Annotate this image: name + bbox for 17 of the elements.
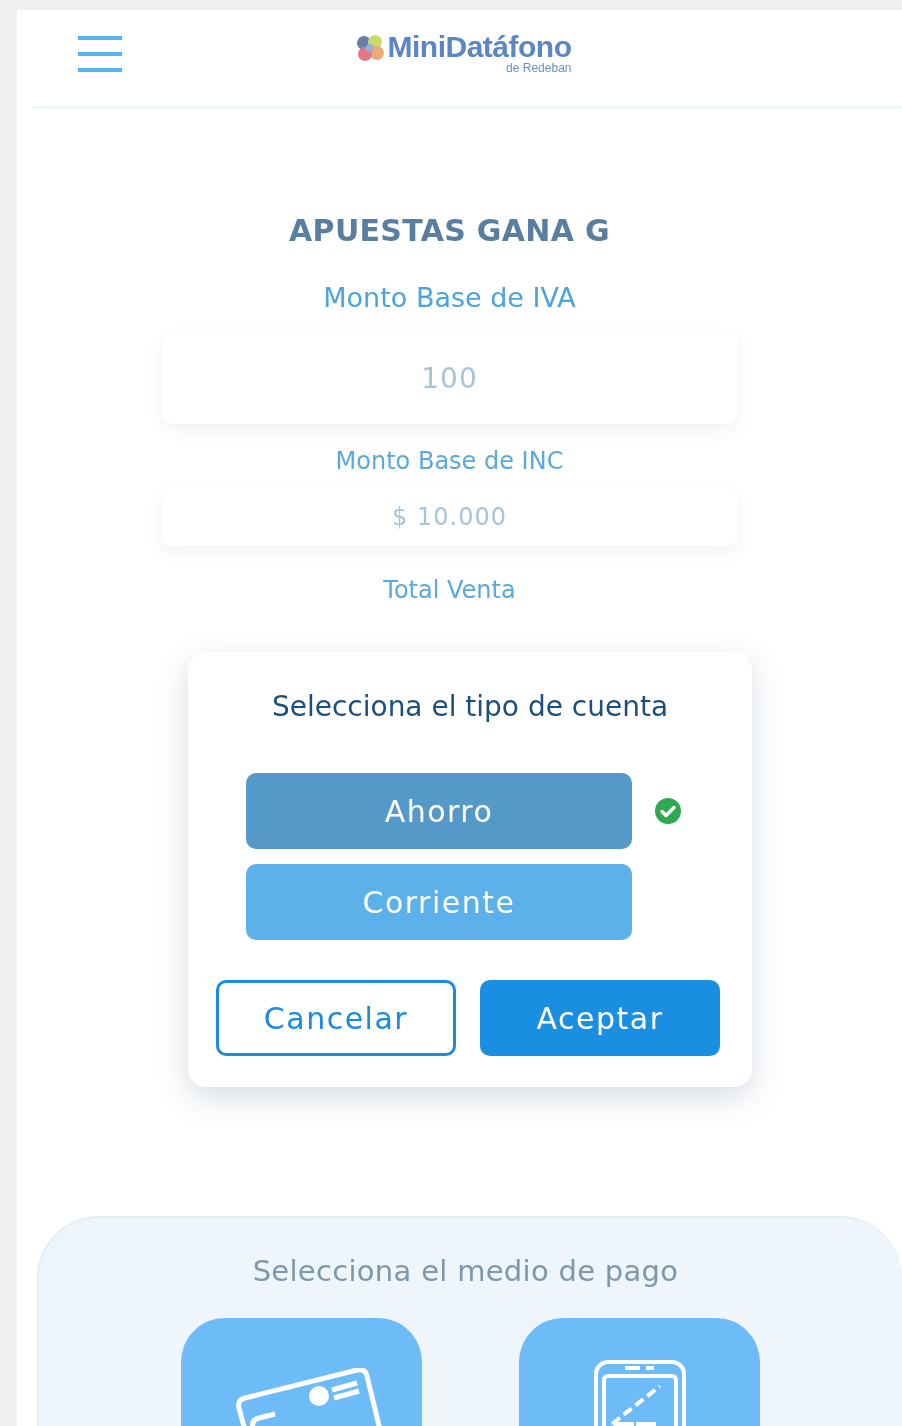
account-option-button[interactable]: Ahorro [246, 773, 632, 849]
field-label: Total Venta [382, 576, 517, 604]
menu-button[interactable] [78, 34, 122, 74]
panel-title: Selecciona el medio de pago [251, 1254, 680, 1288]
payment-method-button[interactable] [519, 1318, 760, 1426]
logo-subtext: de Redeban [506, 62, 572, 74]
merchant-name: APUESTAS GANA G [288, 213, 611, 248]
field-label: Monto Base de INC [335, 446, 564, 477]
accept-button[interactable]: Aceptar [480, 980, 720, 1056]
payment-method-button[interactable] [181, 1318, 422, 1426]
field-label: Monto Base de IVA [323, 281, 576, 315]
account-option-button[interactable]: Corriente [246, 864, 632, 940]
cancel-button[interactable]: Cancelar [216, 980, 456, 1056]
dialog-title: Selecciona el tipo de cuenta [271, 690, 669, 723]
amount-field[interactable]: 100 [162, 332, 737, 424]
logo-text: MiniDatáfono [387, 30, 572, 63]
amount-field[interactable]: $ 10.000 [162, 488, 737, 546]
